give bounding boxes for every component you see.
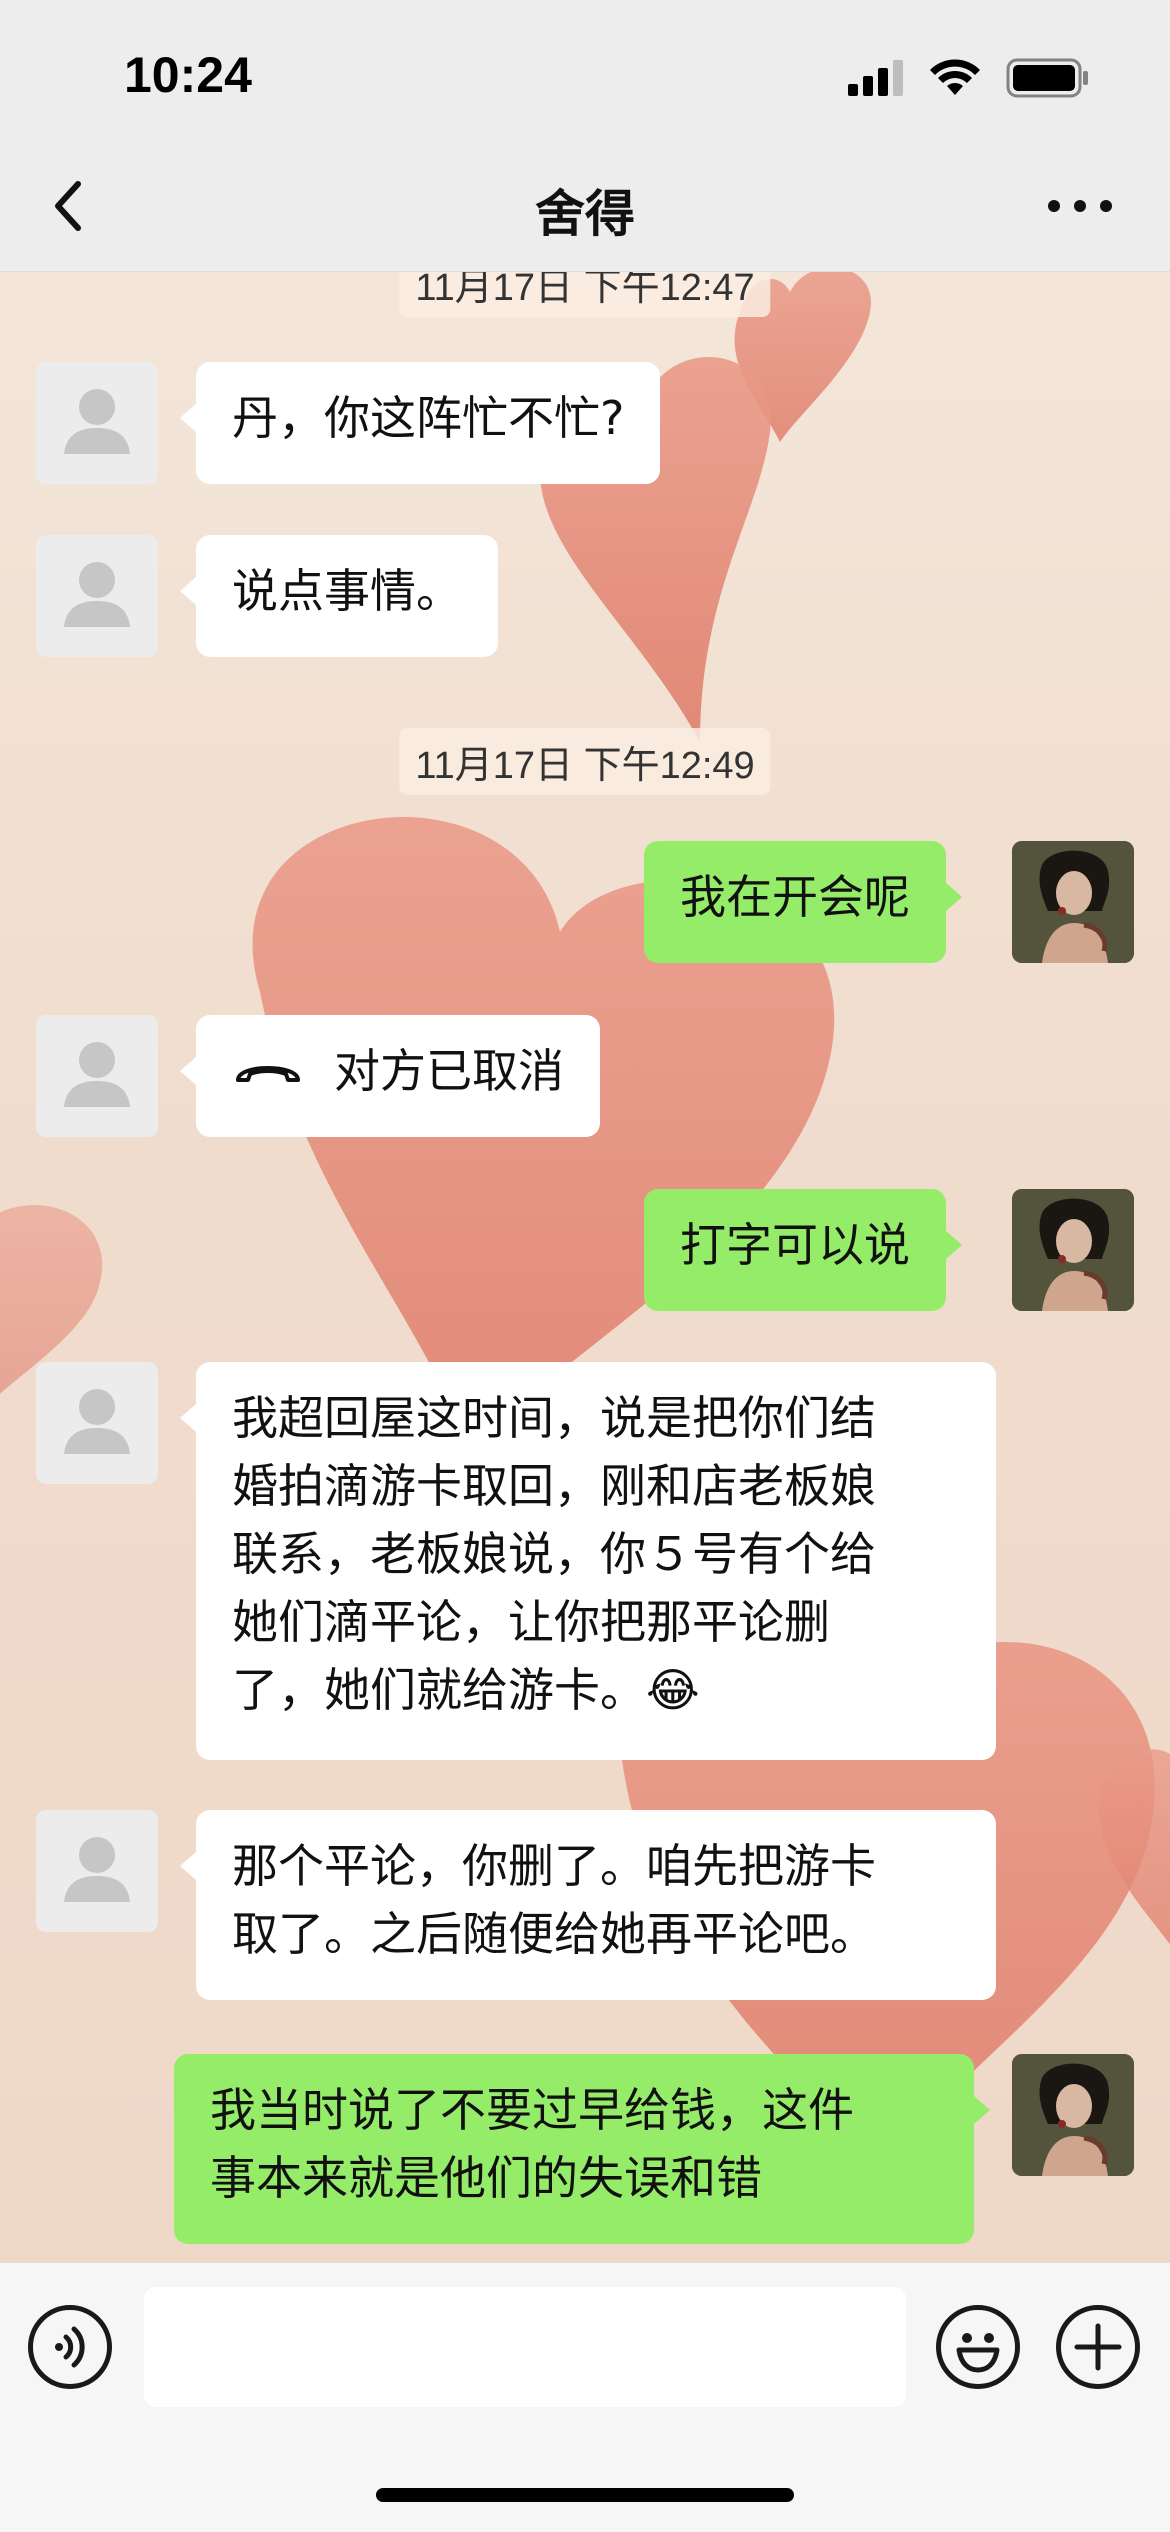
contact-avatar[interactable] [36,1810,158,1932]
message-line: 取了。之后随便给她再平论吧。 [232,1907,876,1961]
default-avatar-icon [64,1837,130,1902]
default-avatar-icon [64,562,130,627]
message-line: 联系，老板娘说，你５号有个给 [232,1527,876,1581]
message-line: 那个平论，你删了。咱先把游卡 [232,1839,876,1893]
message-line: 事本来就是他们的失误和错 [210,2151,762,2205]
message-input[interactable] [144,2287,906,2407]
message-text: 说点事情。 [232,564,462,618]
message-bubble-sent[interactable]: 我当时说了不要过早给钱，这件 事本来就是他们的失误和错 [174,2054,990,2244]
chat-title: 舍得 [535,185,635,243]
message-line: 她们滴平论，让你把那平论删 [232,1595,830,1649]
timestamp: 11月17日 下午12:49 [399,728,771,795]
more-dots-icon [1048,200,1112,212]
call-cancelled-bubble[interactable]: 对方已取消 [180,1015,600,1137]
default-avatar-icon [64,389,130,454]
default-avatar-icon [64,1389,130,1454]
home-indicator[interactable] [376,2488,794,2502]
more-button[interactable] [1040,176,1120,236]
my-avatar[interactable] [1012,841,1134,963]
chat-area[interactable]: 11月17日 下午12:47 丹，你这阵忙不忙? 说点事情。 11月17日 下午… [0,272,1170,2262]
message-text: 对方已取消 [334,1044,564,1098]
message-bubble-received[interactable]: 说点事情。 [180,535,498,657]
emoji-button[interactable] [936,2305,1020,2389]
message-bubble-sent[interactable]: 我在开会呢 [644,841,962,963]
contact-avatar[interactable] [36,362,158,484]
contact-avatar[interactable] [36,1015,158,1137]
message-line: 婚拍滴游卡取回，刚和店老板娘 [232,1459,876,1513]
message-text: 了，她们就给游卡。 [232,1663,646,1717]
message-line: 我超回屋这时间，说是把你们结 [232,1391,876,1445]
message-bubble-received[interactable]: 那个平论，你删了。咱先把游卡 取了。之后随便给她再平论吧。 [180,1810,996,2000]
battery-icon [1006,58,1088,98]
message-bubble-received[interactable]: 我超回屋这时间，说是把你们结 婚拍滴游卡取回，刚和店老板娘 联系，老板娘说，你５… [180,1362,996,1760]
contact-avatar[interactable] [36,535,158,657]
default-avatar-icon [64,1042,130,1107]
message-line-last: 了，她们就给游卡。😂 [232,1656,960,1724]
message-text: 打字可以说 [680,1218,910,1272]
voice-icon [55,2326,85,2368]
message-text: 我在开会呢 [680,870,910,924]
my-avatar[interactable] [1012,1189,1134,1311]
voice-button[interactable] [28,2305,112,2389]
my-avatar[interactable] [1012,2054,1134,2176]
status-time: 10:24 [124,47,252,103]
user-photo-icon [1012,1189,1134,1311]
timestamp: 11月17日 下午12:47 [399,272,771,317]
user-photo-icon [1012,841,1134,963]
emoji-icon [956,2333,1000,2373]
message-line: 我当时说了不要过早给钱，这件 [210,2083,854,2137]
message-bubble-sent[interactable]: 打字可以说 [644,1189,962,1311]
message-text: 丹，你这阵忙不忙? [232,391,625,445]
more-functions-button[interactable] [1056,2305,1140,2389]
status-icons [848,58,1090,98]
plus-icon [1074,2323,1122,2371]
phone-hangup-icon [236,1066,300,1082]
signal-icon [848,60,903,96]
wifi-icon [930,59,980,95]
message-bubble-received[interactable]: 丹，你这阵忙不忙? [179,362,661,484]
top-bar: 10:24 舍得 [0,0,1170,272]
tears-of-joy-emoji: 😂 [646,1663,700,1717]
user-photo-icon [1012,2054,1134,2176]
contact-avatar[interactable] [36,1362,158,1484]
